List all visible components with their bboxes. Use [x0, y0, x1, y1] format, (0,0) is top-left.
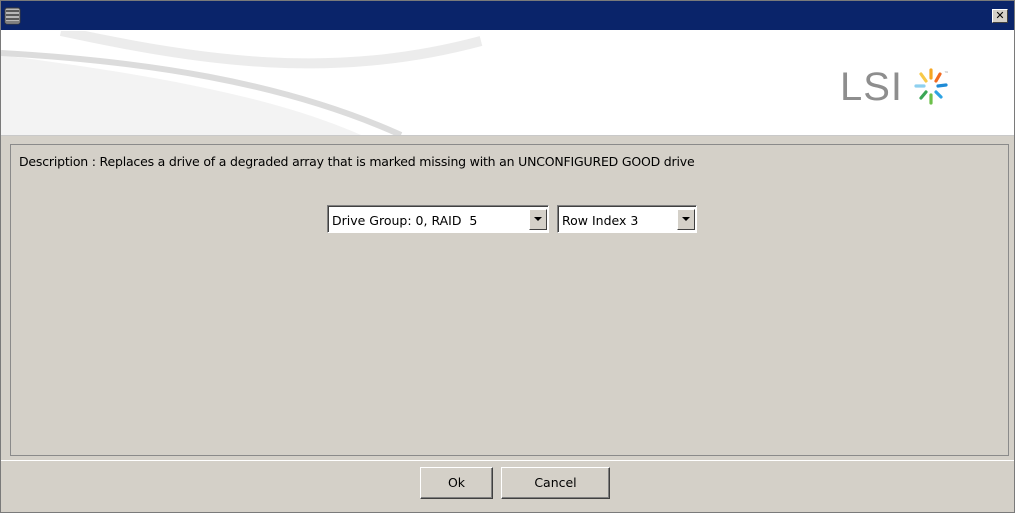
ok-button[interactable]: Ok [420, 467, 493, 499]
drive-group-value: Drive Group: 0, RAID 5 [332, 213, 478, 228]
cancel-button[interactable]: Cancel [501, 467, 610, 499]
description-text: Description : Replaces a drive of a degr… [19, 154, 695, 169]
row-index-select[interactable]: Row Index 3 [557, 205, 697, 233]
drive-group-dropdown-button[interactable] [529, 209, 547, 230]
chevron-down-icon [682, 217, 690, 221]
drive-group-select[interactable]: Drive Group: 0, RAID 5 [327, 205, 549, 233]
row-index-value: Row Index 3 [562, 213, 639, 228]
title-bar[interactable]: ✕ [1, 1, 1014, 31]
chevron-down-icon [534, 217, 542, 221]
lsi-logo: LSI ™ [840, 64, 949, 110]
footer-divider [1, 460, 1014, 461]
svg-text:™: ™ [944, 71, 949, 77]
lsi-starburst-logo-icon: ™ [914, 68, 949, 105]
database-icon [4, 7, 21, 25]
replace-missing-drive-dialog: ✕ LSI ™ Description: Replaces a drive o… [0, 0, 1015, 513]
row-index-dropdown-button[interactable] [677, 209, 695, 230]
content-panel: Description : Replaces a drive of a degr… [10, 144, 1009, 456]
close-button[interactable]: ✕ [992, 9, 1008, 23]
header-banner: LSI ™ [1, 31, 1014, 136]
logo-text: LSI [840, 65, 904, 109]
